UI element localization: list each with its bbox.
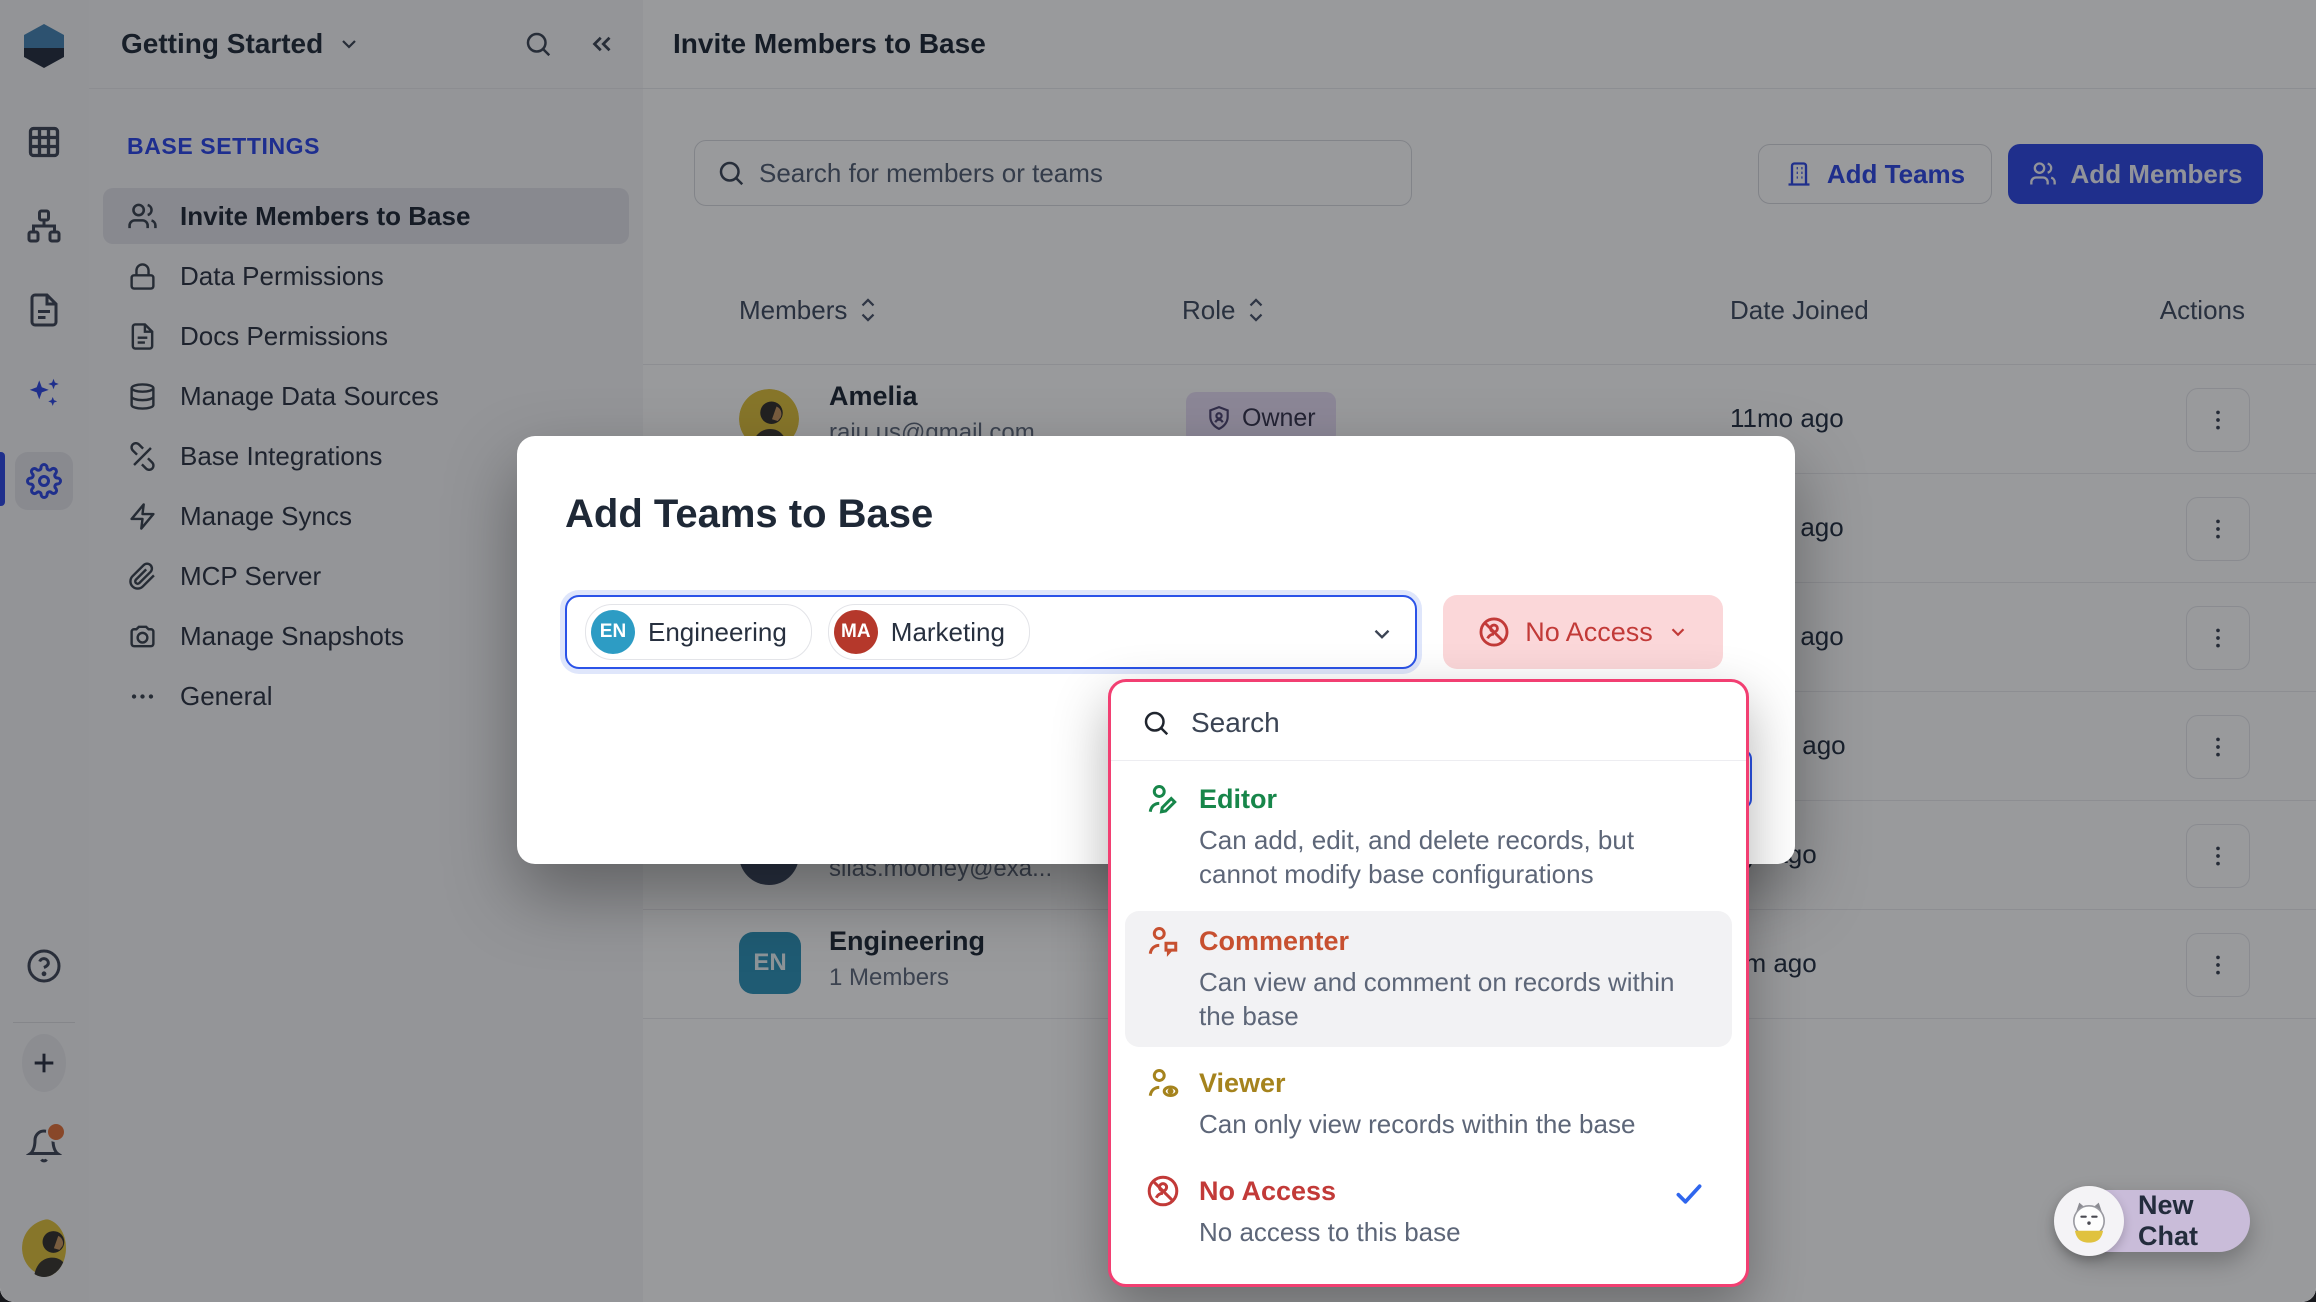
team-chip-label: Engineering xyxy=(648,617,787,648)
role-option-viewer[interactable]: Viewer Can only view records within the … xyxy=(1125,1053,1732,1155)
app-window: Getting Started BASE SETTINGS Invite Mem… xyxy=(0,0,2316,1302)
role-option-title: Editor xyxy=(1199,784,1277,815)
role-search xyxy=(1111,682,1746,761)
role-option-no-access[interactable]: No Access No access to this base xyxy=(1125,1161,1732,1263)
role-option-title: No Access xyxy=(1199,1176,1336,1207)
role-option-commenter[interactable]: Commenter Can view and comment on record… xyxy=(1125,911,1732,1047)
new-chat-button[interactable]: New Chat xyxy=(2060,1190,2250,1252)
role-search-input[interactable] xyxy=(1189,706,1633,740)
chat-mascot-icon xyxy=(2054,1186,2124,1256)
role-option-description: Can add, edit, and delete records, but c… xyxy=(1199,823,1712,891)
team-chip-label: Marketing xyxy=(891,617,1005,648)
new-chat-label: New Chat xyxy=(2138,1190,2250,1252)
user-ban-icon xyxy=(1477,615,1511,649)
role-option-editor[interactable]: Editor Can add, edit, and delete records… xyxy=(1125,769,1732,905)
role-dropdown: Editor Can add, edit, and delete records… xyxy=(1108,679,1749,1287)
chevron-down-icon xyxy=(1667,621,1689,643)
role-selector-button[interactable]: No Access xyxy=(1443,595,1723,669)
role-option-title: Commenter xyxy=(1199,926,1349,957)
role-option-description: Can view and comment on records within t… xyxy=(1199,965,1712,1033)
user-comment-icon xyxy=(1145,923,1181,959)
team-chip-initials: MA xyxy=(834,610,878,654)
role-option-title: Viewer xyxy=(1199,1068,1286,1099)
role-selector-label: No Access xyxy=(1525,617,1653,648)
role-option-description: Can only view records within the base xyxy=(1199,1107,1712,1141)
user-pen-icon xyxy=(1145,781,1181,817)
user-eye-icon xyxy=(1145,1065,1181,1101)
role-option-description: No access to this base xyxy=(1199,1215,1712,1249)
role-options-list: Editor Can add, edit, and delete records… xyxy=(1111,761,1746,1277)
user-ban-icon xyxy=(1145,1173,1181,1209)
check-icon xyxy=(1672,1177,1706,1211)
team-select-input[interactable]: EN Engineering MA Marketing xyxy=(565,595,1417,669)
team-chip-initials: EN xyxy=(591,610,635,654)
team-chip-engineering[interactable]: EN Engineering xyxy=(585,604,812,660)
team-chip-marketing[interactable]: MA Marketing xyxy=(828,604,1030,660)
search-icon xyxy=(1141,708,1171,738)
modal-title: Add Teams to Base xyxy=(565,492,933,537)
chevron-down-icon[interactable] xyxy=(1369,621,1395,647)
